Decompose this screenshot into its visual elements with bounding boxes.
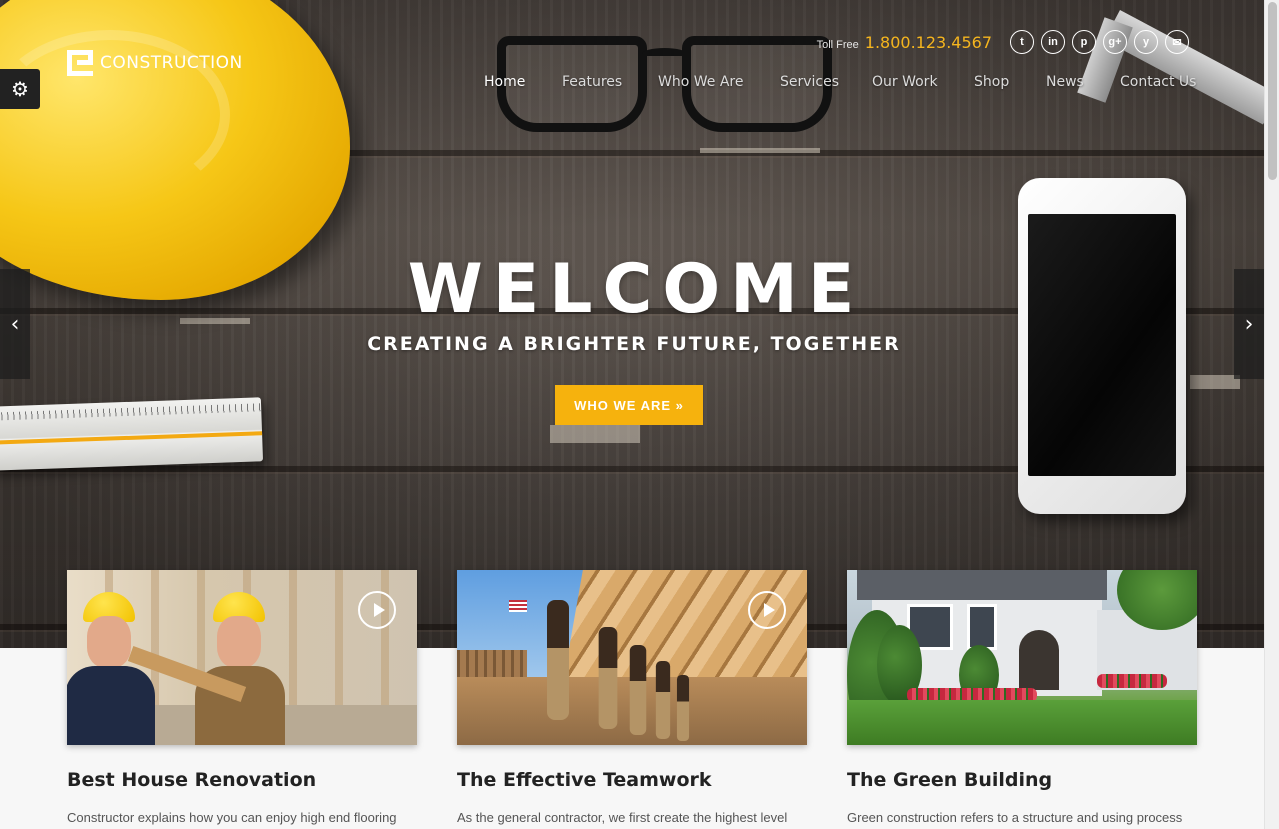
card-title[interactable]: The Green Building: [847, 769, 1052, 791]
caliper-image: [1077, 0, 1264, 125]
hero-subtitle: CREATING A BRIGHTER FUTURE, TOGETHER: [367, 333, 901, 355]
paint-chip: [1190, 375, 1240, 389]
logo-mark-icon: [67, 50, 93, 76]
card-excerpt: As the general contractor, we first crea…: [457, 810, 788, 825]
nav-item-contact-us[interactable]: Contact Us: [1120, 74, 1196, 90]
play-video-button[interactable]: [748, 591, 786, 629]
email-icon[interactable]: ✉: [1165, 30, 1189, 54]
card-image-teamwork[interactable]: [457, 570, 807, 745]
toll-free-label: Toll Free: [816, 39, 859, 51]
nav-item-home[interactable]: Home: [484, 74, 525, 90]
nav-item-who-we-are[interactable]: Who We Are: [658, 74, 743, 90]
feature-card: The Green Building Green construction re…: [847, 570, 1197, 825]
pinterest-icon[interactable]: p: [1072, 30, 1096, 54]
google-plus-icon[interactable]: g+: [1103, 30, 1127, 54]
nav-item-news[interactable]: News: [1046, 74, 1084, 90]
hero-title: WELCOME: [407, 250, 865, 329]
nav-item-shop[interactable]: Shop: [974, 74, 1009, 90]
card-title[interactable]: The Effective Teamwork: [457, 769, 712, 791]
logo-text: CONSTRUCTION: [100, 53, 243, 73]
scrollbar-thumb[interactable]: [1268, 2, 1277, 180]
feature-card: Best House Renovation Constructor explai…: [67, 570, 417, 825]
card-excerpt: Constructor explains how you can enjoy h…: [67, 810, 397, 825]
paint-chip: [550, 425, 640, 443]
gear-icon: ⚙: [11, 78, 29, 101]
card-image-green-building[interactable]: [847, 570, 1197, 745]
card-image-renovation[interactable]: [67, 570, 417, 745]
yelp-icon[interactable]: y: [1134, 30, 1158, 54]
who-we-are-button[interactable]: WHO WE ARE »: [555, 385, 703, 425]
social-links: t in p g+ y ✉: [1010, 30, 1189, 54]
paint-chip: [700, 148, 820, 153]
nav-item-our-work[interactable]: Our Work: [872, 74, 938, 90]
toll-free-number[interactable]: 1.800.123.4567: [865, 33, 992, 52]
nav-item-services[interactable]: Services: [780, 74, 839, 90]
play-video-button[interactable]: [358, 591, 396, 629]
linkedin-icon[interactable]: in: [1041, 30, 1065, 54]
card-excerpt: Green construction refers to a structure…: [847, 810, 1183, 825]
feature-card: The Effective Teamwork As the general co…: [457, 570, 807, 825]
twitter-icon[interactable]: t: [1010, 30, 1034, 54]
toll-free-info: Toll Free 1.800.123.4567: [817, 33, 992, 52]
scale-ruler-image: [0, 397, 264, 471]
nav-item-features[interactable]: Features: [562, 74, 622, 90]
settings-gear-button[interactable]: ⚙: [0, 69, 40, 109]
page-scrollbar[interactable]: [1264, 0, 1279, 829]
card-title[interactable]: Best House Renovation: [67, 769, 316, 791]
site-logo[interactable]: CONSTRUCTION: [67, 50, 243, 76]
